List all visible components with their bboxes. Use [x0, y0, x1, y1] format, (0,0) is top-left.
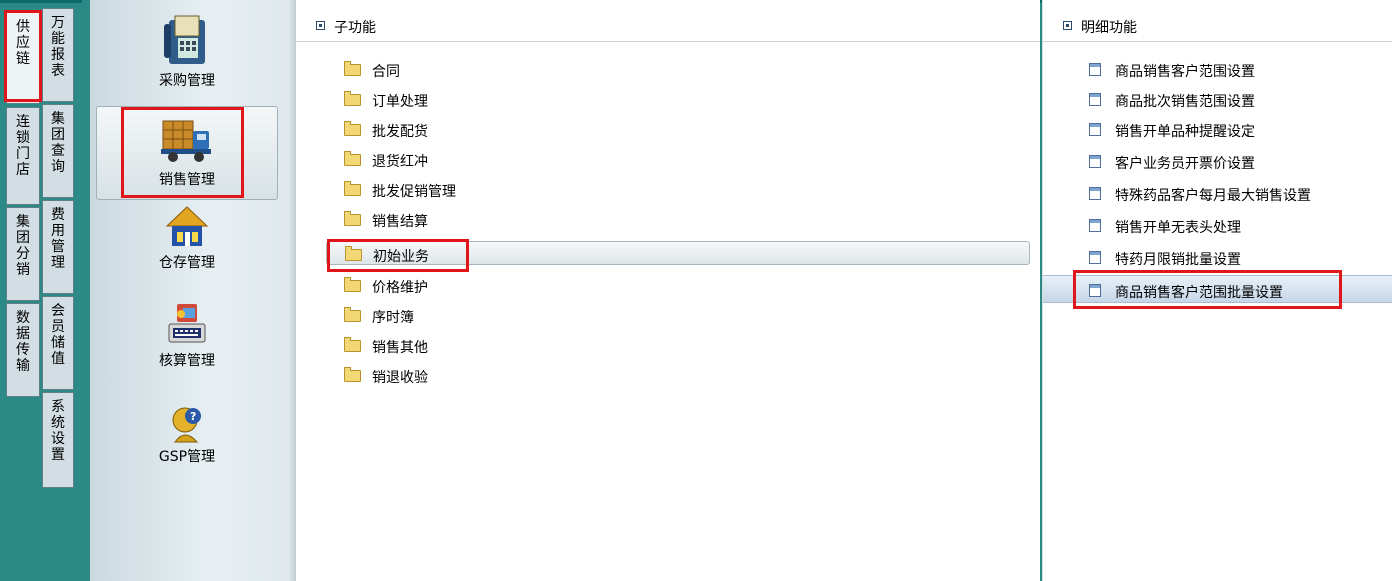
sub-function-title: 子功能	[334, 20, 376, 36]
folder-icon	[344, 307, 361, 322]
category-accounting[interactable]: 核算管理	[96, 300, 278, 390]
user-help-icon: ?	[172, 407, 201, 443]
detail-item-monthly-limit[interactable]: 特药月限销批量设置	[1043, 245, 1392, 269]
panel-marker-icon	[1063, 21, 1072, 30]
svg-text:?: ?	[190, 410, 196, 423]
tab-supply-chain[interactable]: 供应链	[6, 12, 40, 104]
sub-item-order-processing[interactable]: 订单处理	[326, 87, 1026, 111]
detail-item-customer-range[interactable]: 商品销售客户范围设置	[1043, 57, 1392, 81]
detail-item-salesman-price[interactable]: 客户业务员开票价设置	[1043, 149, 1392, 173]
sub-item-wholesale-promotion[interactable]: 批发促销管理	[326, 177, 1026, 201]
sub-item-chronological-book[interactable]: 序时簿	[326, 303, 1026, 327]
tab-universal-report[interactable]: 万能报表	[42, 8, 74, 102]
detail-item-variety-reminder[interactable]: 销售开单品种提醒设定	[1043, 117, 1392, 141]
folder-icon	[344, 151, 361, 166]
detail-function-panel: 明细功能 商品销售客户范围设置 商品批次销售范围设置 销售开单品种提醒设定 客户…	[1042, 0, 1392, 581]
document-icon	[1089, 187, 1101, 200]
panel-marker-icon	[316, 21, 325, 30]
tab-group-query[interactable]: 集团查询	[42, 104, 74, 198]
sub-item-initial-business[interactable]: 初始业务	[326, 241, 1030, 265]
folder-icon	[344, 337, 361, 352]
detail-item-no-header[interactable]: 销售开单无表头处理	[1043, 213, 1392, 237]
fax-phone-icon	[164, 15, 205, 64]
category-panel: 采购管理 销售管理 仓存管理 核算管理 ? GSP管理	[82, 0, 300, 581]
document-icon	[1089, 284, 1101, 297]
tab-chain-store[interactable]: 连锁门店	[6, 107, 40, 205]
tab-system-settings[interactable]: 系统设置	[42, 392, 74, 488]
detail-item-special-drug-max[interactable]: 特殊药品客户每月最大销售设置	[1043, 181, 1392, 205]
folder-icon	[344, 367, 361, 382]
folder-icon	[344, 91, 361, 106]
sub-item-return-reversal[interactable]: 退货红冲	[326, 147, 1026, 171]
document-icon	[1089, 155, 1101, 168]
folder-icon	[344, 277, 361, 292]
category-sales[interactable]: 销售管理	[96, 106, 278, 200]
sub-function-header: 子功能	[296, 6, 1040, 42]
vertical-tab-strip: 供应链 万能报表 连锁门店 集团查询 集团分销 费用管理 数据传输 会员储值 系…	[0, 3, 82, 581]
category-purchase[interactable]: 采购管理	[96, 14, 278, 104]
detail-function-header: 明细功能	[1043, 6, 1392, 42]
category-warehouse[interactable]: 仓存管理	[96, 204, 278, 294]
sub-item-contract[interactable]: 合同	[326, 57, 1026, 81]
sub-item-price-maintenance[interactable]: 价格维护	[326, 273, 1026, 297]
tab-group-distribution[interactable]: 集团分销	[6, 207, 40, 301]
document-icon	[1089, 219, 1101, 232]
detail-function-title: 明细功能	[1081, 20, 1137, 36]
document-icon	[1089, 251, 1101, 264]
detail-item-batch-range[interactable]: 商品批次销售范围设置	[1043, 87, 1392, 111]
sub-item-wholesale-allocation[interactable]: 批发配货	[326, 117, 1026, 141]
folder-icon	[344, 211, 361, 226]
folder-icon	[344, 181, 361, 196]
document-icon	[1089, 123, 1101, 136]
tab-expense-management[interactable]: 费用管理	[42, 200, 74, 294]
detail-item-customer-range-batch[interactable]: 商品销售客户范围批量设置	[1043, 275, 1392, 303]
sub-item-return-inspection[interactable]: 销退收验	[326, 363, 1026, 387]
folder-icon	[344, 61, 361, 76]
open-folder-icon	[345, 246, 362, 261]
sub-function-panel: 子功能 合同 订单处理 批发配货 退货红冲 批发促销管理 销售结算 初始业务 价…	[296, 0, 1040, 581]
calculator-keyboard-icon	[168, 304, 206, 343]
sub-item-sales-settlement[interactable]: 销售结算	[326, 207, 1026, 231]
tab-member-deposit[interactable]: 会员储值	[42, 296, 74, 390]
category-gsp[interactable]: ? GSP管理	[96, 404, 278, 484]
delivery-truck-icon	[161, 120, 211, 162]
tab-data-transfer[interactable]: 数据传输	[6, 303, 40, 397]
document-icon	[1089, 63, 1101, 76]
warehouse-icon	[165, 206, 209, 246]
document-icon	[1089, 93, 1101, 106]
sub-item-sales-other[interactable]: 销售其他	[326, 333, 1026, 357]
folder-icon	[344, 121, 361, 136]
